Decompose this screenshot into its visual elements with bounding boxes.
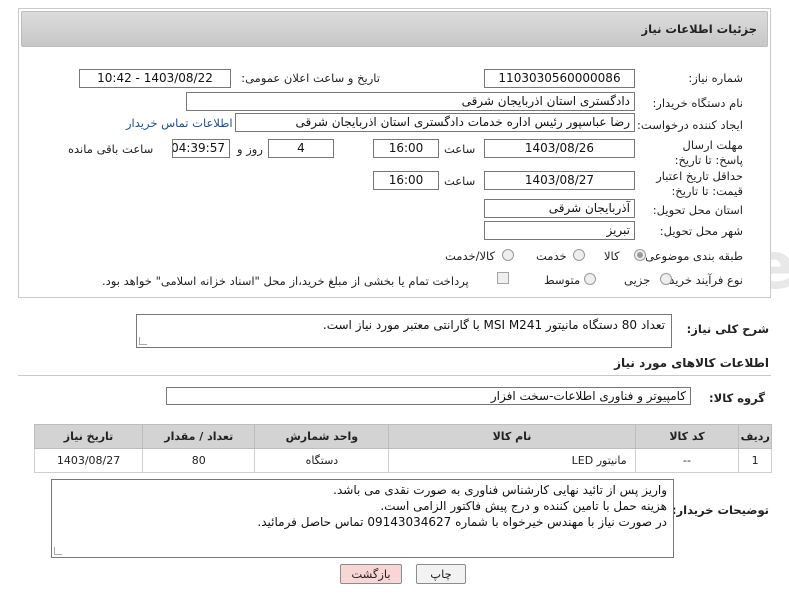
deadline-date-field: 1403/08/26 — [484, 139, 635, 158]
divider — [18, 375, 771, 376]
min-valid-date-field: 1403/08/27 — [484, 171, 635, 190]
col-quantity: تعداد / مقدار — [142, 424, 256, 449]
treasury-payment-note: پرداخت تمام یا بخشی از مبلغ خرید،از محل … — [102, 274, 469, 288]
creator-label: ایجاد کننده درخواست: — [637, 118, 743, 132]
need-number-label: شماره نیاز: — [688, 71, 743, 85]
col-name: نام کالا — [388, 424, 636, 449]
goods-section-title: اطلاعات کالاهای مورد نیاز — [614, 356, 769, 370]
treasury-payment-checkbox[interactable] — [497, 272, 509, 284]
category-radio-goods[interactable] — [634, 249, 646, 261]
announce-field: 1403/08/22 - 10:42 — [79, 69, 231, 88]
need-number-field: 1103030560000086 — [484, 69, 635, 88]
cell-quantity: 80 — [142, 448, 256, 473]
city-label: شهر محل تحویل: — [659, 224, 743, 238]
buyer-note-line: هزینه حمل با تامین کننده و درج پیش فاکتو… — [380, 499, 667, 513]
description-textarea[interactable]: تعداد 80 دستگاه مانیتور MSI M241 با گارا… — [136, 314, 672, 348]
min-valid-time-field: 16:00 — [373, 171, 439, 190]
buyer-contact-link[interactable]: اطلاعات تماس خریدار — [126, 116, 233, 130]
description-label: شرح کلی نیاز: — [686, 322, 769, 336]
process-radio-medium[interactable] — [584, 273, 596, 285]
goods-table: ردیف کد کالا نام کالا واحد شمارش تعداد /… — [33, 424, 772, 473]
remaining-label: ساعت باقی مانده — [68, 142, 154, 156]
process-radio-minor[interactable] — [660, 273, 672, 285]
table-row: 1 -- مانیتور LED دستگاه 80 1403/08/27 — [33, 448, 772, 473]
goods-group-field: کامپیوتر و فناوری اطلاعات-سخت افزار — [166, 387, 691, 405]
buyer-note-line: در صورت نیاز با مهندس خیرخواه با شماره 0… — [257, 515, 667, 529]
col-unit: واحد شمارش — [254, 424, 390, 449]
print-button[interactable]: چاپ — [416, 564, 466, 584]
deadline-label: مهلت ارسال پاسخ: تا تاریخ: — [674, 138, 743, 167]
description-text: تعداد 80 دستگاه مانیتور MSI M241 با گارا… — [322, 318, 665, 332]
goods-table-header: ردیف کد کالا نام کالا واحد شمارش تعداد /… — [33, 424, 772, 449]
deadline-time-field: 16:00 — [373, 139, 439, 158]
back-button[interactable]: بازگشت — [340, 564, 402, 584]
resize-handle[interactable] — [139, 337, 147, 345]
cell-row: 1 — [738, 448, 772, 473]
panel-title: جزئیات اطلاعات نیاز — [21, 11, 768, 47]
province-label: استان محل تحویل: — [652, 203, 743, 217]
process-option-minor: جزیی — [624, 273, 651, 287]
days-field: 4 — [268, 139, 334, 158]
announce-label: تاریخ و ساعت اعلان عمومی: — [241, 71, 380, 85]
buyer-field: دادگستری استان اذربایجان شرقی — [186, 92, 635, 111]
cell-unit: دستگاه — [254, 448, 390, 473]
buyer-label: نام دستگاه خریدار: — [652, 96, 743, 110]
process-label: نوع فرآیند خرید : — [661, 273, 743, 287]
category-option-goods-service: کالا/خدمت — [445, 249, 496, 263]
cell-code: -- — [634, 448, 740, 473]
category-option-service: خدمت — [536, 249, 567, 263]
buyer-notes-label: توضیحات خریدار: — [671, 503, 769, 517]
goods-group-label: گروه کالا: — [709, 391, 765, 405]
category-label: طبقه بندی موضوعی: — [641, 249, 743, 263]
resize-handle[interactable] — [54, 547, 62, 555]
city-field: تبریز — [484, 221, 635, 240]
process-option-medium: متوسط — [544, 273, 581, 287]
cell-name: مانیتور LED — [388, 448, 636, 473]
col-code: کد کالا — [634, 424, 740, 449]
col-row: ردیف — [738, 424, 772, 449]
remaining-time-field: 04:39:57 — [172, 139, 230, 158]
category-radio-service[interactable] — [573, 249, 585, 261]
days-label: روز و — [237, 142, 263, 156]
deadline-time-label: ساعت — [444, 142, 476, 156]
buyer-notes-textarea[interactable]: واریز پس از تائید نهایی کارشناس فناوری ب… — [51, 479, 674, 558]
category-radio-goods-service[interactable] — [502, 249, 514, 261]
buyer-note-line: واریز پس از تائید نهایی کارشناس فناوری ب… — [333, 483, 667, 497]
province-field: آذربایجان شرقی — [484, 199, 635, 218]
min-valid-label: حداقل تاریخ اعتبار قیمت: تا تاریخ: — [656, 169, 743, 198]
creator-field: رضا عباسپور رئیس اداره خدمات دادگستری اس… — [235, 113, 635, 132]
col-date: تاریخ نیاز — [33, 424, 144, 449]
min-valid-time-label: ساعت — [444, 174, 476, 188]
category-option-goods: کالا — [604, 249, 620, 263]
cell-date: 1403/08/27 — [33, 448, 144, 473]
